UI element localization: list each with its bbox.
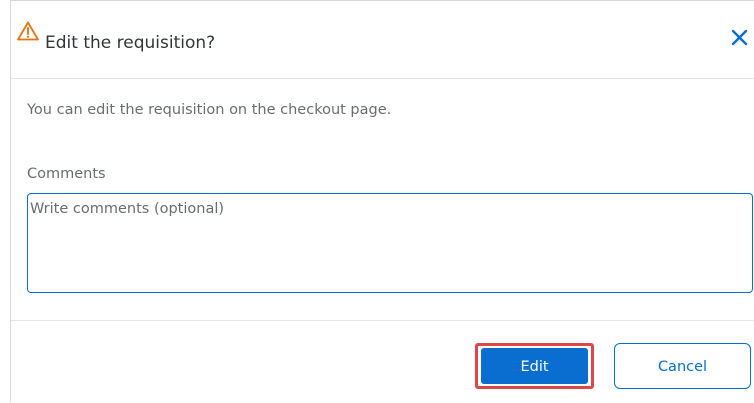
comments-input[interactable] (27, 193, 753, 293)
edit-button[interactable]: Edit (481, 348, 588, 384)
dialog-footer: Edit Cancel (11, 320, 754, 403)
dialog-header: Edit the requisition? (11, 1, 754, 79)
comments-label: Comments (27, 166, 106, 182)
edit-requisition-dialog: Edit the requisition? You can edit the r… (10, 0, 754, 402)
cancel-button[interactable]: Cancel (614, 343, 751, 389)
dialog-message: You can edit the requisition on the chec… (27, 102, 392, 118)
close-icon[interactable] (729, 27, 751, 49)
warning-triangle-icon (17, 21, 39, 41)
dialog-title: Edit the requisition? (45, 33, 216, 53)
